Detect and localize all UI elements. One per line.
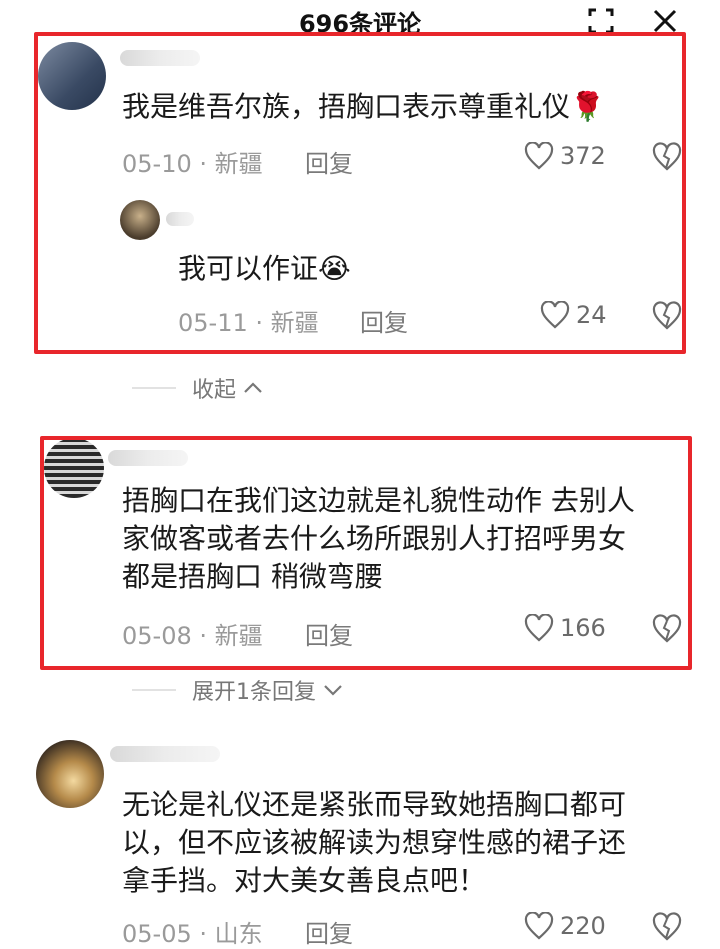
meta-separator: · bbox=[199, 150, 208, 178]
reply-meta: 05-11 · 新疆 bbox=[178, 303, 319, 338]
like-button[interactable]: 24 bbox=[540, 301, 607, 329]
like-button[interactable]: 166 bbox=[524, 614, 606, 642]
expand-icon[interactable] bbox=[586, 6, 616, 36]
reply-button[interactable]: 回复 bbox=[305, 616, 353, 651]
reply-button[interactable]: 回复 bbox=[360, 303, 408, 338]
reply-button[interactable]: 回复 bbox=[305, 914, 353, 949]
like-count: 372 bbox=[560, 142, 606, 170]
like-count: 220 bbox=[560, 912, 606, 940]
avatar[interactable] bbox=[38, 42, 106, 110]
avatar[interactable] bbox=[36, 740, 104, 808]
toggle-label: 收起 bbox=[192, 378, 237, 403]
close-icon[interactable] bbox=[650, 6, 680, 36]
meta-separator: · bbox=[255, 309, 264, 337]
comment-meta: 05-05 · 山东 bbox=[122, 914, 263, 949]
comment-meta: 05-10 · 新疆 bbox=[122, 144, 263, 179]
comment-location: 新疆 bbox=[214, 150, 263, 178]
comment-text-line: 无论是礼仪还是紧张而导致她捂胸口都可 bbox=[122, 788, 627, 821]
reply-button[interactable]: 回复 bbox=[305, 144, 353, 179]
comment-text: 我是维吾尔族，捂胸口表示尊重礼仪🌹 bbox=[122, 90, 605, 123]
like-button[interactable]: 372 bbox=[524, 142, 606, 170]
comment-date: 05-08 bbox=[122, 622, 192, 650]
expand-replies-toggle[interactable]: 展开1条回复 bbox=[132, 674, 344, 706]
username-blurred[interactable] bbox=[110, 746, 220, 762]
broken-heart-icon[interactable] bbox=[652, 142, 682, 172]
comment-meta: 05-08 · 新疆 bbox=[122, 616, 263, 651]
comment-text-line: 家做客或者去什么场所跟别人打招呼男女 bbox=[122, 522, 627, 555]
divider-line bbox=[132, 689, 176, 691]
comment-text-line: 捂胸口在我们这边就是礼貌性动作 去别人 bbox=[122, 484, 635, 517]
heart-icon bbox=[524, 614, 554, 642]
username-blurred[interactable] bbox=[120, 50, 200, 66]
toggle-label: 展开1条回复 bbox=[192, 680, 316, 705]
reply-avatar[interactable] bbox=[120, 200, 160, 240]
meta-separator: · bbox=[199, 622, 208, 650]
meta-separator: · bbox=[199, 920, 208, 948]
reply-location: 新疆 bbox=[270, 309, 319, 337]
username-blurred[interactable] bbox=[108, 450, 188, 466]
broken-heart-icon[interactable] bbox=[652, 301, 682, 331]
chevron-up-icon bbox=[244, 382, 262, 393]
heart-icon bbox=[524, 912, 554, 940]
reply-text: 我可以作证😭 bbox=[178, 252, 351, 285]
heart-icon bbox=[540, 301, 570, 329]
comment-location: 山东 bbox=[214, 920, 263, 948]
comment-date: 05-10 bbox=[122, 150, 192, 178]
comment-location: 新疆 bbox=[214, 622, 263, 650]
comment-text-line: 拿手挡。对大美女善良点吧！ bbox=[122, 864, 487, 897]
chevron-down-icon bbox=[324, 685, 342, 696]
avatar[interactable] bbox=[44, 438, 104, 498]
heart-icon bbox=[524, 142, 554, 170]
broken-heart-icon[interactable] bbox=[652, 912, 682, 942]
collapse-replies-toggle[interactable]: 收起 bbox=[132, 372, 264, 404]
reply-username-blurred[interactable] bbox=[166, 212, 194, 226]
like-button[interactable]: 220 bbox=[524, 912, 606, 940]
comment-text-line: 以，但不应该被解读为想穿性感的裙子还 bbox=[122, 826, 627, 859]
comment-date: 05-05 bbox=[122, 920, 192, 948]
broken-heart-icon[interactable] bbox=[652, 614, 682, 644]
like-count: 166 bbox=[560, 614, 606, 642]
like-count: 24 bbox=[576, 301, 607, 329]
comment-text-line: 都是捂胸口 稍微弯腰 bbox=[122, 560, 383, 593]
reply-date: 05-11 bbox=[178, 309, 248, 337]
divider-line bbox=[132, 387, 176, 389]
